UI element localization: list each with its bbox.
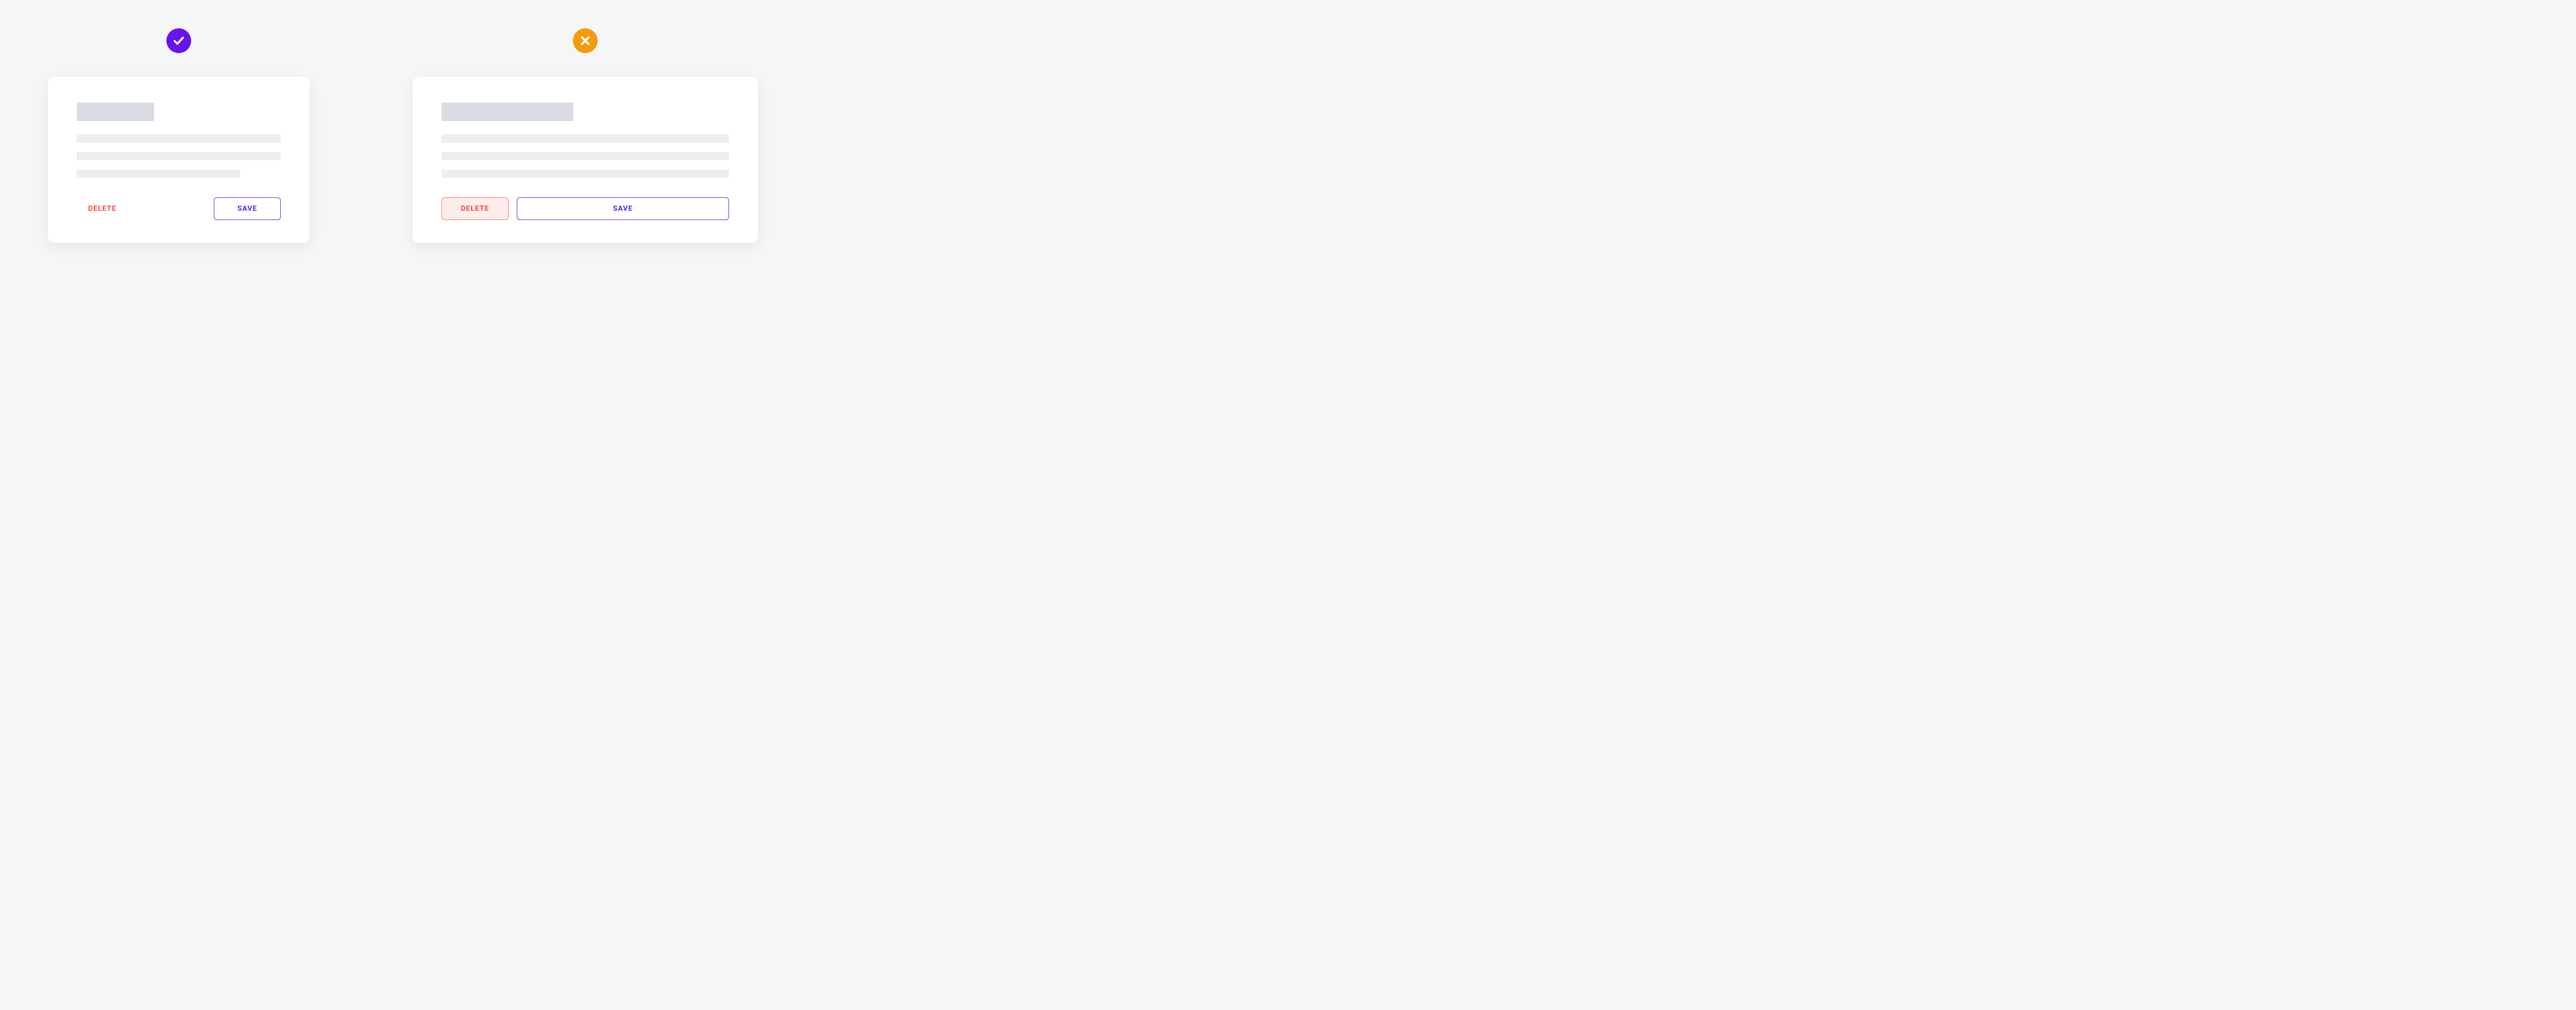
skeleton-line bbox=[77, 152, 281, 160]
skeleton-title bbox=[442, 103, 573, 121]
good-example: DELETE SAVE bbox=[48, 28, 310, 243]
delete-button[interactable]: DELETE bbox=[442, 197, 509, 220]
button-row: DELETE SAVE bbox=[442, 197, 729, 220]
check-badge bbox=[166, 28, 191, 53]
good-card: DELETE SAVE bbox=[48, 77, 310, 243]
save-button[interactable]: SAVE bbox=[214, 197, 281, 220]
bad-card: DELETE SAVE bbox=[413, 77, 758, 243]
skeleton-line bbox=[442, 152, 729, 160]
skeleton-line bbox=[77, 134, 281, 143]
skeleton-title bbox=[77, 103, 154, 121]
skeleton-line bbox=[77, 170, 240, 178]
check-icon bbox=[172, 34, 185, 47]
cross-icon bbox=[579, 34, 592, 47]
cross-badge bbox=[573, 28, 598, 53]
delete-button[interactable]: DELETE bbox=[77, 197, 128, 220]
skeleton-line bbox=[442, 170, 729, 178]
skeleton-line bbox=[442, 134, 729, 143]
bad-example: DELETE SAVE bbox=[413, 28, 758, 243]
button-row: DELETE SAVE bbox=[77, 197, 281, 220]
save-button[interactable]: SAVE bbox=[517, 197, 729, 220]
